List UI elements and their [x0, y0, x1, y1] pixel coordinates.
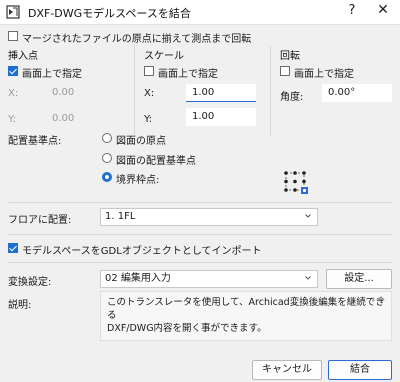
anchor-radio-drawing-point[interactable] — [102, 153, 112, 163]
scale-y-field[interactable]: 1.00 — [186, 108, 256, 126]
insertion-point-header: 挿入点 — [8, 51, 38, 62]
anchor-label: 配置基準点: — [8, 136, 62, 147]
scale-x-field[interactable]: 1.00 — [186, 84, 256, 102]
scale-onscreen-label: 画面上で指定 — [158, 69, 218, 80]
floor-select[interactable]: 1. 1FL — [100, 208, 318, 226]
app-icon — [6, 5, 20, 19]
description-box: このトランスレータを使用して、Archicad変換後編集を継続できる DXF/D… — [100, 291, 392, 341]
divider — [270, 46, 271, 136]
merge-button[interactable]: 結合 — [328, 360, 392, 380]
divider — [8, 234, 392, 235]
gdl-import-checkbox[interactable] — [8, 243, 18, 253]
floor-select-value: 1. 1FL — [105, 211, 136, 222]
divider — [8, 262, 392, 263]
match-origin-checkbox[interactable] — [8, 31, 18, 41]
translator-label: 変換設定: — [8, 277, 52, 288]
rotation-onscreen-label: 画面上で指定 — [294, 69, 354, 80]
insertion-y-field[interactable]: 0.00 — [52, 110, 122, 128]
divider — [134, 46, 135, 136]
floor-label: フロアに配置: — [8, 215, 72, 226]
translator-select-value: 02 編集用入力 — [105, 273, 171, 284]
insertion-onscreen-label: 画面上で指定 — [22, 69, 82, 80]
scale-x-label: X: — [144, 88, 155, 99]
anchor-radio-origin[interactable] — [102, 133, 112, 143]
insertion-x-label: X: — [8, 88, 19, 99]
insertion-x-field[interactable]: 0.00 — [52, 84, 122, 102]
chevron-down-icon — [305, 276, 311, 280]
insertion-onscreen-checkbox[interactable] — [8, 66, 18, 76]
boundary-point-picker[interactable] — [282, 170, 312, 196]
close-button[interactable]: ✕ — [374, 2, 392, 18]
anchor-option-boundary-label: 境界枠点: — [116, 175, 160, 186]
help-button[interactable]: ? — [344, 3, 360, 18]
translator-settings-button[interactable]: 設定... — [326, 269, 392, 289]
chevron-down-icon — [305, 214, 311, 218]
translator-select[interactable]: 02 編集用入力 — [100, 270, 318, 288]
scale-y-label: Y: — [144, 114, 153, 125]
gdl-import-label: モデルスペースをGDLオブジェクトとしてインポート — [22, 246, 262, 257]
anchor-option-drawing-point-label: 図面の配置基準点 — [116, 156, 196, 167]
cancel-button[interactable]: キャンセル — [252, 360, 322, 380]
anchor-radio-boundary[interactable] — [102, 172, 112, 182]
rotation-angle-label: 角度: — [280, 92, 304, 103]
description-line-1: このトランスレータを使用して、Archicad変換後編集を継続できる — [107, 297, 385, 321]
rotation-header: 回転 — [280, 51, 300, 62]
scroll-up-icon[interactable] — [377, 295, 385, 301]
divider — [8, 202, 392, 203]
description-line-2: DXF/DWG内容を開く事ができます。 — [107, 323, 267, 334]
anchor-option-origin-label: 図面の原点 — [116, 136, 166, 147]
scale-onscreen-checkbox[interactable] — [144, 66, 154, 76]
match-origin-label: マージされたファイルの原点に揃えて測点まで回転 — [22, 34, 252, 45]
rotation-angle-field[interactable]: 0.00° — [322, 84, 392, 102]
scale-header: スケール — [144, 51, 184, 62]
description-label: 説明: — [8, 300, 32, 311]
window-title: DXF-DWGモデルスペースを結合 — [28, 7, 191, 20]
rotation-onscreen-checkbox[interactable] — [280, 66, 290, 76]
insertion-y-label: Y: — [8, 114, 17, 125]
